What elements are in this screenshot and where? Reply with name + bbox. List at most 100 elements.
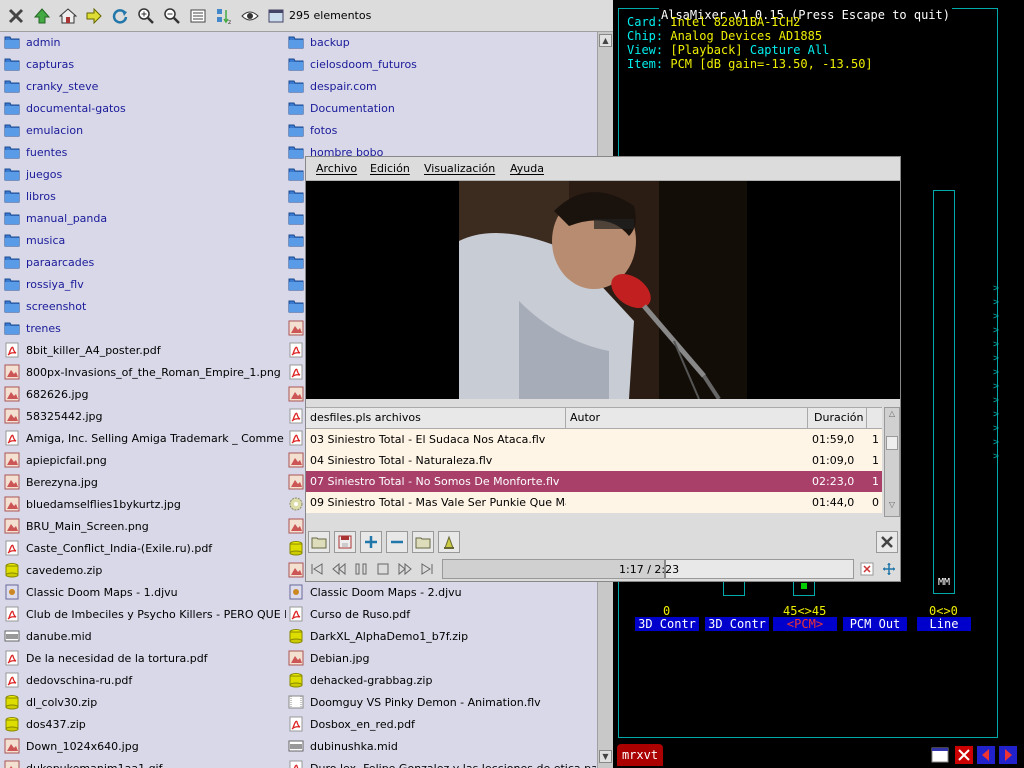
- file-item[interactable]: Classic Doom Maps - 2.djvu: [284, 581, 596, 603]
- refresh-icon[interactable]: [110, 6, 130, 26]
- file-item[interactable]: Amiga, Inc. Selling Amiga Trademark _ Co…: [0, 427, 286, 449]
- folder-item[interactable]: musica: [0, 229, 286, 251]
- file-item[interactable]: 8bit_killer_A4_poster.pdf: [0, 339, 286, 361]
- scroll-down-button[interactable]: ▼: [599, 750, 612, 763]
- video-area[interactable]: [306, 181, 900, 399]
- next-tab-icon[interactable]: [999, 746, 1017, 764]
- eye-icon[interactable]: [240, 6, 260, 26]
- folder-item[interactable]: libros: [0, 185, 286, 207]
- file-item[interactable]: bluedamselflies1bykurtz.jpg: [0, 493, 286, 515]
- list-view-icon[interactable]: [188, 6, 208, 26]
- folder-item[interactable]: Documentation: [284, 97, 596, 119]
- file-item[interactable]: dos437.zip: [0, 713, 286, 735]
- channel-pcm-out[interactable]: PCM Out: [843, 617, 907, 631]
- close-tab-icon[interactable]: [955, 746, 973, 764]
- folder-item[interactable]: fuentes: [0, 141, 286, 163]
- playlist-row[interactable]: 03 Siniestro Total - El Sudaca Nos Ataca…: [306, 429, 882, 450]
- playlist-scroll-thumb[interactable]: [886, 436, 898, 450]
- file-item[interactable]: BRU_Main_Screen.png: [0, 515, 286, 537]
- file-item[interactable]: Duro lex, Felipe Gonzalez y las leccione…: [284, 757, 596, 768]
- playlist-scroll-down[interactable]: ▽: [886, 500, 898, 512]
- pause-button[interactable]: [352, 560, 370, 578]
- file-item[interactable]: dubinushka.mid: [284, 735, 596, 757]
- file-item[interactable]: apiepicfail.png: [0, 449, 286, 471]
- folder-item[interactable]: juegos: [0, 163, 286, 185]
- folder-item[interactable]: backup: [284, 31, 596, 53]
- up-arrow-icon[interactable]: [32, 6, 52, 26]
- terminal-tab[interactable]: mrxvt: [617, 744, 663, 766]
- seek-bar[interactable]: 1:17 / 2:23: [442, 559, 854, 579]
- menu-ayuda[interactable]: Ayuda: [510, 162, 544, 175]
- channel-3d-contr-1[interactable]: 3D Contr: [635, 617, 699, 631]
- line-volume-bar[interactable]: [933, 190, 955, 594]
- 3d-contr-bar[interactable]: [723, 582, 745, 596]
- file-item[interactable]: Dosbox_en_red.pdf: [284, 713, 596, 735]
- column-separator[interactable]: [565, 408, 566, 428]
- file-item[interactable]: dukepukemanim1aa1.gif: [0, 757, 286, 768]
- channel-line[interactable]: Line: [917, 617, 971, 631]
- save-playlist-button[interactable]: [334, 531, 356, 553]
- window-icon[interactable]: [266, 6, 286, 26]
- fullscreen-button[interactable]: [880, 560, 898, 578]
- home-icon[interactable]: [58, 6, 78, 26]
- folder-item[interactable]: admin: [0, 31, 286, 53]
- file-item[interactable]: Club de Imbeciles y Psycho Killers - PER…: [0, 603, 286, 625]
- folder-item[interactable]: rossiya_flv: [0, 273, 286, 295]
- view-all[interactable]: All: [808, 43, 830, 57]
- playlist-scrollbar[interactable]: △ ▽: [884, 407, 900, 517]
- rewind-button[interactable]: [330, 560, 348, 578]
- zoom-out-icon[interactable]: [162, 6, 182, 26]
- zoom-in-icon[interactable]: [136, 6, 156, 26]
- playlist-author-column[interactable]: Autor: [570, 411, 600, 424]
- playlist-title-column[interactable]: desfiles.pls archivos: [310, 411, 421, 424]
- last-track-button[interactable]: [418, 560, 436, 578]
- file-item[interactable]: Curso de Ruso.pdf: [284, 603, 596, 625]
- channel-3d-contr-2[interactable]: 3D Contr: [705, 617, 769, 631]
- file-item[interactable]: danube.mid: [0, 625, 286, 647]
- file-item[interactable]: De la necesidad de la tortura.pdf: [0, 647, 286, 669]
- file-item[interactable]: dedovschina-ru.pdf: [0, 669, 286, 691]
- clear-button[interactable]: [858, 560, 876, 578]
- close-icon[interactable]: [6, 6, 26, 26]
- file-item[interactable]: Classic Doom Maps - 1.djvu: [0, 581, 286, 603]
- file-item[interactable]: dl_colv30.zip: [0, 691, 286, 713]
- folder-item[interactable]: documental-gatos: [0, 97, 286, 119]
- file-item[interactable]: Down_1024x640.jpg: [0, 735, 286, 757]
- open-folder-button[interactable]: [308, 531, 330, 553]
- video-splitter[interactable]: [306, 399, 900, 407]
- playlist-row-selected[interactable]: 07 Siniestro Total - No Somos De Monfort…: [306, 471, 882, 492]
- file-item[interactable]: Doomguy VS Pinky Demon - Animation.flv: [284, 691, 596, 713]
- sort-icon[interactable]: z: [214, 6, 234, 26]
- scroll-up-button[interactable]: ▲: [599, 34, 612, 47]
- folder-item[interactable]: screenshot: [0, 295, 286, 317]
- menu-visualizacion[interactable]: Visualización: [424, 162, 495, 175]
- view-capture[interactable]: Capture: [750, 43, 801, 57]
- file-item[interactable]: 58325442.jpg: [0, 405, 286, 427]
- file-item[interactable]: 800px-Invasions_of_the_Roman_Empire_1.pn…: [0, 361, 286, 383]
- file-item[interactable]: Debian.jpg: [284, 647, 596, 669]
- remove-item-button[interactable]: [386, 531, 408, 553]
- browse-folder-button[interactable]: [412, 531, 434, 553]
- stop-button[interactable]: [374, 560, 392, 578]
- go-forward-icon[interactable]: [84, 6, 104, 26]
- folder-item[interactable]: emulacion: [0, 119, 286, 141]
- column-separator[interactable]: [866, 408, 867, 428]
- channel-pcm-selected[interactable]: <PCM>: [773, 617, 837, 631]
- playlist-duration-column[interactable]: Duración: [814, 411, 864, 424]
- playlist-row[interactable]: 09 Siniestro Total - Mas Vale Ser Punkie…: [306, 492, 882, 513]
- folder-item[interactable]: manual_panda: [0, 207, 286, 229]
- menu-archivo[interactable]: Archivo: [316, 162, 357, 175]
- playlist-row[interactable]: 04 Siniestro Total - Naturaleza.flv 01:09…: [306, 450, 882, 471]
- properties-button[interactable]: [438, 531, 460, 553]
- first-track-button[interactable]: [308, 560, 326, 578]
- file-item[interactable]: DarkXL_AlphaDemo1_b7f.zip: [284, 625, 596, 647]
- folder-item[interactable]: trenes: [0, 317, 286, 339]
- file-item[interactable]: Caste_Conflict_India-(Exile.ru).pdf: [0, 537, 286, 559]
- fast-forward-button[interactable]: [396, 560, 414, 578]
- folder-item[interactable]: cielosdoom_futuros: [284, 53, 596, 75]
- file-item[interactable]: Berezyna.jpg: [0, 471, 286, 493]
- menu-edicion[interactable]: Edición: [370, 162, 410, 175]
- folder-item[interactable]: fotos: [284, 119, 596, 141]
- close-playlist-button[interactable]: [876, 531, 898, 553]
- folder-item[interactable]: capturas: [0, 53, 286, 75]
